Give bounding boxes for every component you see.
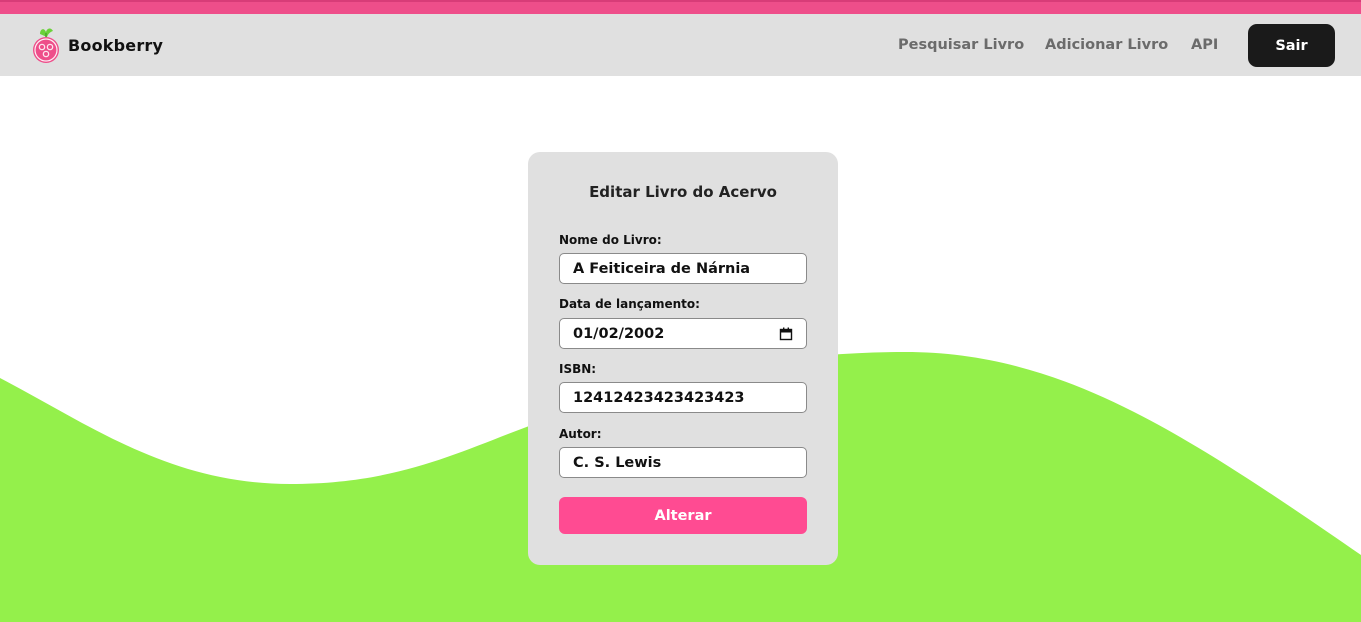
calendar-icon[interactable] (779, 327, 793, 341)
update-button[interactable]: Alterar (559, 497, 807, 534)
isbn-label: ISBN: (559, 362, 597, 376)
brand-name: Bookberry (68, 35, 164, 55)
navbar: Bookberry Pesquisar Livro Adicionar Livr… (0, 14, 1361, 76)
top-accent-stripe (0, 0, 1361, 14)
release-date-value: 01/02/2002 (573, 325, 665, 342)
book-name-label: Nome do Livro: (559, 233, 662, 247)
nav-link-add-book[interactable]: Adicionar Livro (1045, 37, 1168, 53)
book-name-value: A Feiticeira de Nárnia (573, 260, 751, 277)
brand[interactable]: Bookberry (30, 26, 163, 64)
logout-button[interactable]: Sair (1248, 24, 1335, 67)
book-name-input[interactable]: A Feiticeira de Nárnia (559, 253, 807, 284)
author-input[interactable]: C. S. Lewis (559, 447, 807, 478)
author-value: C. S. Lewis (573, 454, 662, 471)
isbn-input[interactable]: 12412423423423423 (559, 382, 807, 413)
edit-book-form-card: Editar Livro do Acervo Nome do Livro: A … (528, 152, 838, 565)
nav-link-api[interactable]: API (1191, 37, 1218, 53)
isbn-value: 12412423423423423 (573, 389, 745, 406)
release-date-label: Data de lançamento: (559, 297, 700, 311)
author-label: Autor: (559, 427, 602, 441)
release-date-input[interactable]: 01/02/2002 (559, 318, 807, 349)
nav-link-search-book[interactable]: Pesquisar Livro (898, 37, 1024, 53)
raspberry-icon (33, 28, 59, 63)
form-title: Editar Livro do Acervo (589, 183, 777, 201)
